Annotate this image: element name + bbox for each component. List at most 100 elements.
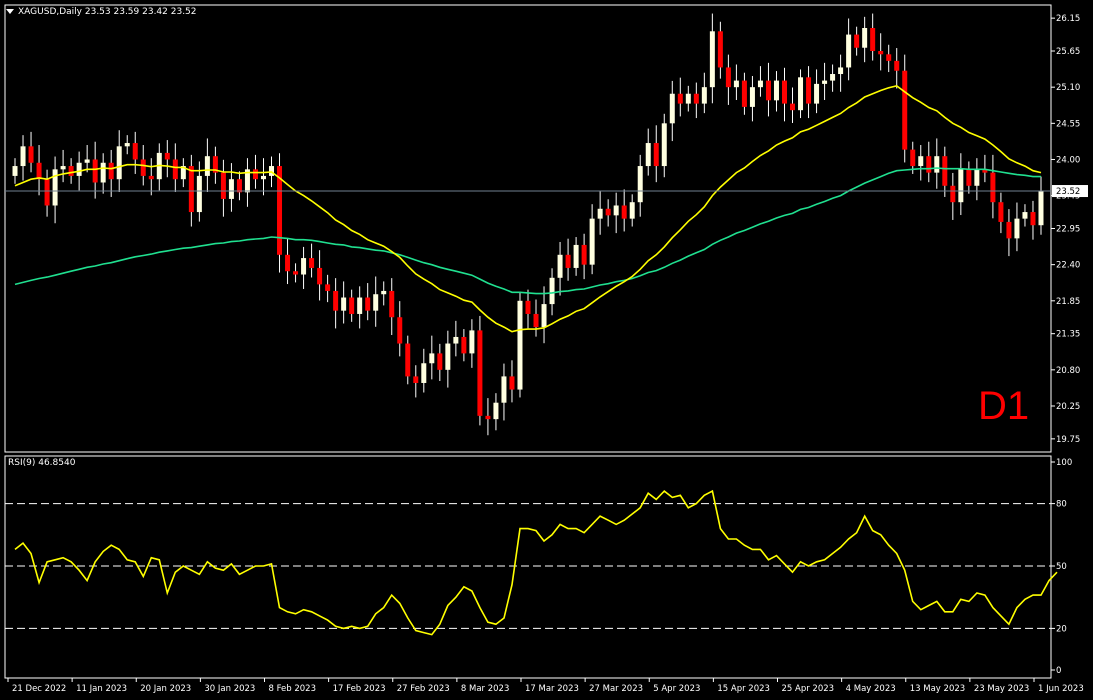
- bear-candle-body: [236, 179, 242, 193]
- bear-candle-body: [902, 70, 908, 150]
- time-axis-tick-label: 23 May 2023: [974, 684, 1029, 694]
- bull-candle-body: [822, 80, 828, 84]
- bear-candle-body: [741, 80, 747, 107]
- bull-candle-body: [629, 202, 635, 219]
- bear-candle-body: [998, 202, 1004, 222]
- bear-candle-body: [677, 93, 683, 104]
- bear-candle-body: [437, 353, 443, 370]
- price-axis-tick-label: 21.35: [1056, 330, 1080, 340]
- bear-candle-body: [910, 149, 916, 167]
- bear-candle-body: [317, 267, 323, 285]
- bull-candle-body: [373, 294, 379, 311]
- bull-candle-body: [958, 169, 964, 203]
- bull-candle-body: [918, 156, 924, 167]
- bear-candle-body: [108, 162, 114, 180]
- bear-candle-body: [693, 93, 699, 104]
- bull-candle-body: [661, 123, 667, 167]
- symbol-info-label: XAGUSD,Daily 23.53 23.59 23.42 23.52: [18, 7, 197, 17]
- time-axis-tick-label: 5 Apr 2023: [653, 684, 700, 694]
- time-axis-tick-label: 8 Mar 2023: [461, 684, 509, 694]
- bull-candle-body: [124, 143, 130, 147]
- time-axis-tick-label: 1 Jun 2023: [1038, 684, 1084, 694]
- bear-candle-body: [92, 159, 98, 183]
- bull-candle-body: [501, 376, 507, 403]
- bear-candle-body: [252, 169, 258, 180]
- bull-candle-body: [749, 87, 755, 107]
- bull-candle-body: [228, 179, 234, 199]
- bull-candle-body: [204, 156, 210, 176]
- price-axis-tick-label: 22.95: [1056, 225, 1080, 235]
- bull-candle-body: [1022, 212, 1028, 219]
- ma-slow-line: [14, 167, 1041, 295]
- time-axis-tick-label: 20 Jan 2023: [140, 684, 191, 694]
- price-axis-tick-label: 20.80: [1056, 366, 1080, 376]
- bear-candle-body: [140, 159, 146, 176]
- price-axis-tick-label: 25.10: [1056, 83, 1080, 93]
- bear-candle-body: [349, 297, 355, 314]
- bull-candle-body: [838, 67, 844, 75]
- bull-candle-body: [1014, 218, 1020, 239]
- bear-candle-body: [509, 376, 515, 390]
- bull-candle-body: [846, 34, 852, 68]
- bear-candle-body: [942, 156, 948, 186]
- bull-candle-body: [469, 330, 475, 354]
- bear-candle-body: [405, 343, 411, 377]
- bull-candle-body: [589, 218, 595, 265]
- bull-candle-body: [685, 93, 691, 104]
- bull-candle-body: [701, 87, 707, 104]
- bear-candle-body: [36, 162, 42, 180]
- bear-candle-body: [188, 166, 194, 213]
- bear-candle-body: [1030, 212, 1036, 226]
- bear-candle-body: [950, 185, 956, 203]
- bear-candle-body: [164, 152, 170, 160]
- bull-candle-body: [709, 31, 715, 88]
- bull-candle-body: [116, 146, 122, 180]
- bull-candle-body: [974, 169, 980, 186]
- bear-candle-body: [765, 80, 771, 101]
- bull-candle-body: [597, 208, 603, 219]
- timeframe-badge: D1: [978, 384, 1030, 428]
- main-panel-frame: [4, 4, 1052, 453]
- bear-candle-body: [878, 51, 884, 55]
- rsi-axis-tick-label: 50: [1056, 562, 1067, 572]
- symbol-dropdown-icon[interactable]: [6, 9, 14, 14]
- bull-candle-body: [549, 277, 555, 305]
- bull-candle-body: [196, 175, 202, 213]
- price-axis-tick-label: 20.25: [1056, 402, 1080, 412]
- bear-candle-body: [621, 205, 627, 219]
- bull-candle-body: [1038, 191, 1044, 226]
- bear-candle-body: [389, 290, 395, 318]
- bull-candle-body: [557, 254, 563, 278]
- bear-candle-body: [725, 67, 731, 88]
- time-axis-tick-label: 27 Mar 2023: [589, 684, 643, 694]
- bull-candle-body: [645, 143, 651, 167]
- bull-candle-body: [76, 162, 82, 176]
- bear-candle-body: [854, 34, 860, 48]
- bear-candle-body: [926, 156, 932, 173]
- bear-candle-body: [461, 336, 467, 354]
- bull-candle-body: [733, 80, 739, 88]
- price-axis-tick-label: 24.00: [1056, 155, 1080, 165]
- bull-candle-body: [357, 297, 363, 314]
- bear-candle-body: [525, 300, 531, 314]
- bear-candle-body: [565, 254, 571, 268]
- bull-candle-body: [757, 80, 763, 88]
- bear-candle-body: [285, 254, 291, 272]
- bear-candle-body: [220, 172, 226, 199]
- rsi-axis-tick-label: 100: [1056, 458, 1072, 468]
- bear-candle-body: [28, 146, 34, 163]
- bull-candle-body: [493, 402, 499, 420]
- bull-candle-body: [773, 80, 779, 101]
- bull-candle-body: [60, 166, 66, 170]
- bear-candle-body: [172, 159, 178, 180]
- bull-candle-body: [20, 146, 26, 167]
- bear-candle-body: [44, 179, 50, 206]
- bear-candle-body: [653, 143, 659, 167]
- bull-candle-body: [260, 175, 266, 180]
- bull-candle-body: [341, 297, 347, 311]
- bull-candle-body: [381, 290, 387, 295]
- bull-candle-body: [84, 159, 90, 163]
- time-axis-tick-label: 4 May 2023: [846, 684, 896, 694]
- chart-canvas: 26.1525.6525.1024.5524.0023.4522.9522.40…: [4, 4, 1088, 694]
- time-axis-tick-label: 17 Feb 2023: [333, 684, 386, 694]
